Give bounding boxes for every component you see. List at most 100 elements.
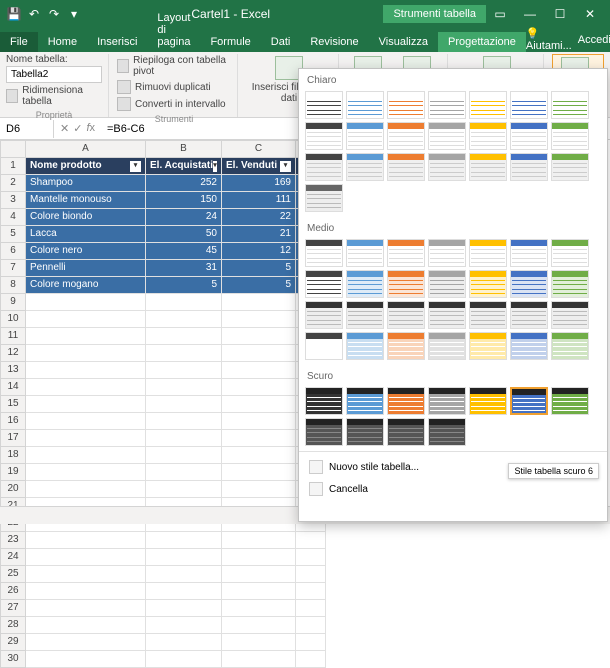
- maximize-icon[interactable]: ☐: [546, 4, 574, 24]
- table-style-swatch[interactable]: [305, 332, 343, 360]
- tab-formule[interactable]: Formule: [200, 32, 260, 52]
- cell[interactable]: 169: [222, 175, 296, 192]
- cell[interactable]: [296, 617, 326, 634]
- minimize-icon[interactable]: —: [516, 4, 544, 24]
- cell[interactable]: [222, 379, 296, 396]
- name-box[interactable]: D6: [0, 120, 54, 138]
- row-header[interactable]: 7: [0, 260, 26, 277]
- close-icon[interactable]: ✕: [576, 4, 604, 24]
- cell[interactable]: [146, 600, 222, 617]
- remove-duplicates-button[interactable]: Rimuovi duplicati: [117, 79, 211, 95]
- enter-formula-icon[interactable]: ✓: [73, 122, 82, 135]
- cell[interactable]: [296, 532, 326, 549]
- col-header[interactable]: B: [146, 140, 222, 158]
- table-style-swatch[interactable]: [469, 387, 507, 415]
- cell[interactable]: [146, 294, 222, 311]
- cell[interactable]: [296, 634, 326, 651]
- row-header[interactable]: 5: [0, 226, 26, 243]
- table-style-swatch[interactable]: [305, 91, 343, 119]
- row-header[interactable]: 9: [0, 294, 26, 311]
- fx-icon[interactable]: fx: [86, 122, 95, 135]
- cell[interactable]: El. Acquistati▾: [146, 158, 222, 175]
- cell[interactable]: [146, 532, 222, 549]
- cell[interactable]: [146, 651, 222, 668]
- tab-revisione[interactable]: Revisione: [300, 32, 368, 52]
- cell[interactable]: [222, 294, 296, 311]
- cell[interactable]: [146, 430, 222, 447]
- cell[interactable]: 22: [222, 209, 296, 226]
- row-header[interactable]: 16: [0, 413, 26, 430]
- tab-home[interactable]: Home: [38, 32, 87, 52]
- cell[interactable]: [222, 549, 296, 566]
- cell[interactable]: [222, 396, 296, 413]
- cell[interactable]: [26, 362, 146, 379]
- table-style-swatch[interactable]: [469, 270, 507, 298]
- cell[interactable]: [26, 600, 146, 617]
- cell[interactable]: 45: [146, 243, 222, 260]
- table-style-swatch[interactable]: [510, 332, 548, 360]
- cell[interactable]: [146, 583, 222, 600]
- cell[interactable]: Colore mogano: [26, 277, 146, 294]
- cell[interactable]: [296, 583, 326, 600]
- row-header[interactable]: 27: [0, 600, 26, 617]
- table-style-swatch[interactable]: [387, 270, 425, 298]
- cell[interactable]: 31: [146, 260, 222, 277]
- table-style-swatch[interactable]: [346, 301, 384, 329]
- cell[interactable]: [222, 532, 296, 549]
- table-style-swatch[interactable]: [551, 301, 589, 329]
- cell[interactable]: [26, 396, 146, 413]
- cell[interactable]: [26, 651, 146, 668]
- table-style-swatch[interactable]: [346, 239, 384, 267]
- row-header[interactable]: 15: [0, 396, 26, 413]
- table-style-swatch[interactable]: [305, 239, 343, 267]
- table-style-swatch[interactable]: [551, 91, 589, 119]
- table-style-swatch[interactable]: [510, 91, 548, 119]
- row-header[interactable]: 25: [0, 566, 26, 583]
- cell[interactable]: [222, 311, 296, 328]
- table-name-input[interactable]: [6, 66, 102, 83]
- cell[interactable]: [26, 311, 146, 328]
- table-style-swatch[interactable]: [305, 387, 343, 415]
- col-header[interactable]: C: [222, 140, 296, 158]
- cell[interactable]: [296, 566, 326, 583]
- cell[interactable]: [26, 345, 146, 362]
- table-style-swatch[interactable]: [469, 301, 507, 329]
- table-style-swatch[interactable]: [387, 387, 425, 415]
- cell[interactable]: [26, 583, 146, 600]
- cell[interactable]: [146, 362, 222, 379]
- row-header[interactable]: 6: [0, 243, 26, 260]
- table-style-swatch[interactable]: [428, 332, 466, 360]
- cell[interactable]: [26, 413, 146, 430]
- cell[interactable]: [146, 481, 222, 498]
- table-style-swatch[interactable]: [551, 122, 589, 150]
- row-header[interactable]: 18: [0, 447, 26, 464]
- cell[interactable]: 150: [146, 192, 222, 209]
- table-style-swatch[interactable]: [510, 270, 548, 298]
- cell[interactable]: Mantelle monouso: [26, 192, 146, 209]
- cell[interactable]: [222, 464, 296, 481]
- cell[interactable]: 5: [146, 277, 222, 294]
- row-header[interactable]: 4: [0, 209, 26, 226]
- row-header[interactable]: 17: [0, 430, 26, 447]
- row-header[interactable]: 24: [0, 549, 26, 566]
- clear-style-button[interactable]: Cancella: [299, 478, 607, 500]
- cell[interactable]: [222, 430, 296, 447]
- table-style-swatch[interactable]: [387, 332, 425, 360]
- table-style-swatch[interactable]: [510, 301, 548, 329]
- table-style-swatch[interactable]: [510, 153, 548, 181]
- cell[interactable]: [222, 651, 296, 668]
- cell[interactable]: [146, 345, 222, 362]
- cell[interactable]: [222, 328, 296, 345]
- table-style-swatch[interactable]: [387, 418, 425, 446]
- table-style-swatch[interactable]: [469, 122, 507, 150]
- table-style-swatch[interactable]: [551, 387, 589, 415]
- cell[interactable]: [146, 396, 222, 413]
- pivot-summary-button[interactable]: Riepiloga con tabella pivot: [117, 54, 231, 78]
- table-style-swatch[interactable]: [387, 153, 425, 181]
- row-header[interactable]: 11: [0, 328, 26, 345]
- row-header[interactable]: 23: [0, 532, 26, 549]
- qat-dropdown-icon[interactable]: ▾: [66, 6, 82, 22]
- row-header[interactable]: 19: [0, 464, 26, 481]
- table-style-swatch[interactable]: [305, 153, 343, 181]
- table-style-swatch[interactable]: [428, 270, 466, 298]
